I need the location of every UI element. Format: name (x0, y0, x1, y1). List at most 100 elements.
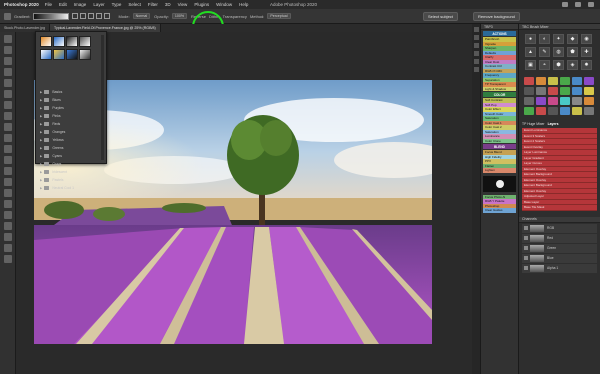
gradient-preset[interactable] (40, 36, 52, 47)
eyedropper-tool-icon[interactable] (4, 101, 12, 109)
gradient-folder[interactable]: ▶ Grays (40, 160, 104, 168)
brush-settings-icon[interactable] (473, 59, 479, 64)
action-item[interactable]: Color Clone (483, 138, 516, 143)
frame-tool-icon[interactable] (4, 90, 12, 98)
crop-tool-icon[interactable] (4, 79, 12, 87)
gradient-folder[interactable]: ▶ Reds (40, 120, 104, 128)
menu-plugins[interactable]: Plugins (194, 2, 209, 7)
brush-icon[interactable]: ⬢ (553, 60, 564, 70)
brush-icon[interactable]: ◆ (567, 34, 578, 44)
swatch[interactable] (548, 77, 558, 85)
action-item[interactable]: Lighten (483, 168, 516, 173)
gradient-swatch[interactable] (33, 12, 70, 20)
reflected-gradient-icon[interactable] (96, 13, 103, 19)
stamp-tool-icon[interactable] (4, 134, 12, 142)
adjustments-icon[interactable] (473, 43, 479, 48)
mode-dropdown[interactable]: Normal (132, 13, 151, 19)
menu-help[interactable]: Help (239, 2, 248, 7)
swatch[interactable] (560, 97, 570, 105)
eye-icon[interactable] (524, 246, 528, 250)
brush-icon[interactable]: ◉ (581, 34, 592, 44)
swatch[interactable] (536, 97, 546, 105)
menu-window[interactable]: Window (216, 2, 232, 7)
history-brush-tool-icon[interactable] (4, 145, 12, 153)
action-item[interactable]: Light & Shadow (483, 86, 516, 91)
channel-row[interactable]: Alpha 1 (522, 263, 597, 273)
eye-icon[interactable] (524, 256, 528, 260)
brush-icon[interactable]: ⬟ (567, 47, 578, 57)
gradient-folder[interactable]: ▶ Oranges (40, 128, 104, 136)
swatch[interactable] (536, 107, 546, 115)
swatch[interactable] (572, 107, 582, 115)
swatch[interactable] (524, 97, 534, 105)
gradient-preset[interactable] (79, 36, 91, 47)
angle-gradient-icon[interactable] (88, 13, 95, 19)
shape-tool-icon[interactable] (4, 233, 12, 241)
share-icon[interactable] (588, 2, 594, 7)
swatch[interactable] (584, 97, 594, 105)
menu-type[interactable]: Type (112, 2, 122, 7)
swatch[interactable] (548, 87, 558, 95)
menu-filter[interactable]: Filter (148, 2, 158, 7)
quick-select-tool-icon[interactable] (4, 68, 12, 76)
swatch[interactable] (584, 107, 594, 115)
zoom-tool-icon[interactable] (4, 255, 12, 263)
libraries-icon[interactable] (473, 51, 479, 56)
preview-swatch[interactable] (483, 175, 516, 192)
hand-tool-icon[interactable] (4, 244, 12, 252)
brush-icon[interactable]: ✎ (539, 47, 550, 57)
gradient-tool-icon[interactable] (4, 12, 11, 20)
popup-scrollbar[interactable] (101, 35, 104, 160)
radial-gradient-icon[interactable] (80, 13, 87, 19)
swatch[interactable] (536, 87, 546, 95)
gradient-folder[interactable]: ▶ Yellows (40, 136, 104, 144)
swatch[interactable] (560, 107, 570, 115)
gradient-folder[interactable]: ▶ Neutral Cool 1 (40, 184, 104, 192)
tab-history[interactable]: TP Huge Mixer (522, 122, 545, 126)
brush-icon[interactable]: ◐ (539, 34, 550, 44)
brush-icon[interactable]: ▣ (525, 60, 536, 70)
channel-row[interactable]: Green (522, 243, 597, 253)
channel-row[interactable]: Blue (522, 253, 597, 263)
blur-tool-icon[interactable] (4, 178, 12, 186)
menu-3d[interactable]: 3D (165, 2, 171, 7)
gradient-preset[interactable] (66, 36, 78, 47)
gradient-preset[interactable] (66, 48, 78, 60)
gradient-preset[interactable] (53, 36, 65, 47)
select-subject-button[interactable]: Select subject (423, 12, 458, 21)
gradient-preset[interactable] (53, 48, 65, 60)
channel-row[interactable]: RGB (522, 223, 597, 233)
gradient-folder[interactable]: ▶ Basics (40, 88, 104, 96)
brush-icon[interactable]: ◈ (567, 60, 578, 70)
pen-tool-icon[interactable] (4, 200, 12, 208)
diamond-gradient-icon[interactable] (104, 13, 111, 19)
gradient-folder[interactable]: ▶ Blues (40, 96, 104, 104)
swatch[interactable] (584, 77, 594, 85)
gradient-preset[interactable] (79, 48, 91, 60)
history-icon[interactable] (473, 27, 479, 32)
transparency-checkbox[interactable]: Transparency (223, 14, 247, 19)
linear-gradient-icon[interactable] (72, 13, 79, 19)
swatch[interactable] (524, 87, 534, 95)
gradient-folder[interactable]: ▶ Pastels (40, 176, 104, 184)
swatch[interactable] (524, 77, 534, 85)
menu-view[interactable]: View (178, 2, 188, 7)
swatch[interactable] (572, 97, 582, 105)
swatch[interactable] (572, 77, 582, 85)
gradient-folder[interactable]: ▶ Pinks (40, 112, 104, 120)
lasso-tool-icon[interactable] (4, 57, 12, 65)
swatch[interactable] (548, 97, 558, 105)
move-tool-icon[interactable] (4, 35, 12, 43)
swatch[interactable] (572, 87, 582, 95)
gradient-tool-icon[interactable] (4, 167, 12, 175)
gradient-folder[interactable]: ▶ Purples (40, 104, 104, 112)
eye-icon[interactable] (524, 226, 528, 230)
healing-tool-icon[interactable] (4, 112, 12, 120)
eye-icon[interactable] (524, 236, 528, 240)
eraser-tool-icon[interactable] (4, 156, 12, 164)
swatch[interactable] (536, 77, 546, 85)
workspace-icon[interactable] (575, 2, 581, 7)
clone-source-icon[interactable] (473, 67, 479, 72)
app-name[interactable]: Photoshop 2020 (4, 2, 39, 7)
action-item[interactable]: Clear Guides (483, 208, 516, 213)
